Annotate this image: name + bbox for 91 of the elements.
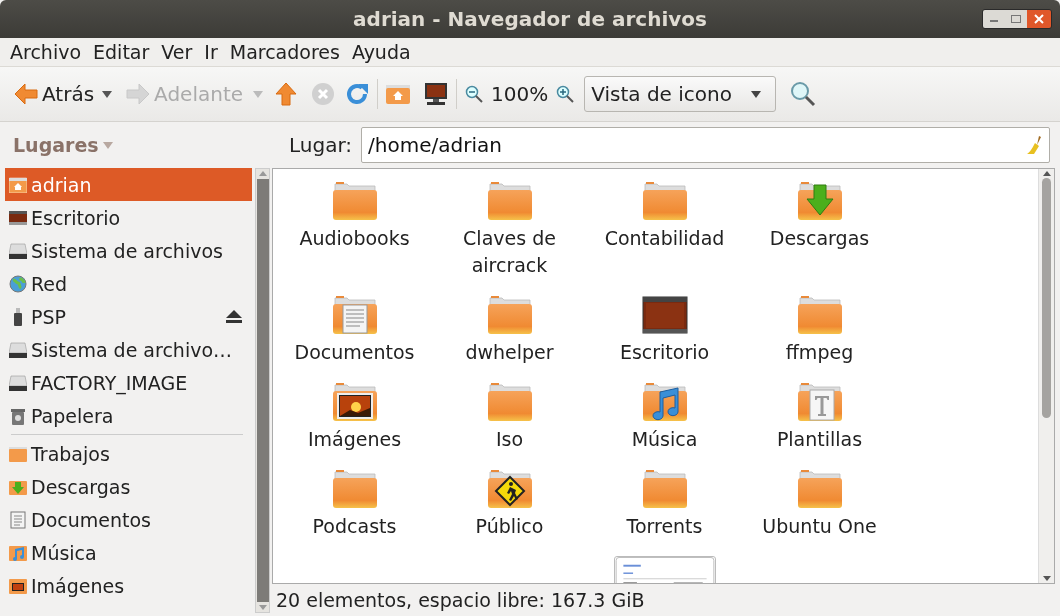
back-arrow-icon — [14, 83, 38, 105]
folder-icon — [641, 181, 688, 221]
trash-icon — [10, 406, 26, 425]
file-name[interactable]: dwhelper — [434, 339, 585, 366]
folder-icon — [9, 445, 27, 462]
file-name[interactable]: Público — [434, 513, 585, 540]
home-folder-icon[interactable] — [386, 84, 411, 104]
sidebar-item[interactable]: Escritorio — [5, 201, 252, 234]
music-folder-icon — [641, 382, 688, 422]
places-header[interactable]: Lugares — [13, 134, 99, 156]
sidebar-item[interactable]: Sistema de archivos — [5, 234, 252, 267]
zoom-out-icon[interactable] — [465, 85, 484, 103]
file-name[interactable]: Plantillas — [744, 426, 895, 453]
file-name[interactable]: Audiobooks — [279, 225, 430, 252]
desktop-icon — [9, 210, 27, 225]
usb-drive-icon — [13, 307, 23, 326]
file-name[interactable]: Iso — [434, 426, 585, 453]
folder-icon — [486, 382, 533, 422]
menu-item[interactable]: Ir — [198, 41, 224, 63]
back-button[interactable]: Atrás — [10, 76, 99, 112]
scroll-up-icon[interactable] — [1042, 171, 1051, 176]
pictures-folder-icon — [9, 577, 27, 594]
sidebar-item[interactable]: Descargas — [5, 470, 252, 503]
file-name[interactable]: ffmpeg — [744, 339, 895, 366]
sidebar-item[interactable]: FACTORY_IMAGE — [5, 366, 252, 399]
menu-item[interactable]: Archivo — [4, 41, 88, 63]
folder-icon — [486, 181, 533, 221]
caret-icon — [751, 90, 762, 98]
file-name[interactable]: Claves de aircrack — [434, 225, 585, 279]
window-title: adrian - Navegador de archivos — [353, 7, 707, 31]
file-name[interactable]: Escritorio — [589, 339, 740, 366]
search-icon[interactable] — [790, 81, 817, 107]
menu-item[interactable]: Ver — [155, 41, 199, 63]
music-folder-icon — [9, 544, 27, 561]
minimize-button[interactable] — [983, 10, 1005, 28]
documents-folder-icon — [331, 295, 378, 335]
download-folder-icon — [9, 478, 27, 495]
computer-icon[interactable] — [424, 82, 449, 106]
sidebar-item[interactable]: PSP — [5, 300, 252, 333]
file-name[interactable]: Imágenes — [279, 426, 430, 453]
status-text: 20 elementos, espacio libre: 167.3 GiB — [276, 589, 645, 611]
caret-icon[interactable] — [102, 90, 113, 98]
folder-icon — [796, 469, 843, 509]
file-name[interactable]: Podcasts — [279, 513, 430, 540]
folder-icon — [331, 469, 378, 509]
drive-icon — [9, 242, 27, 259]
broom-icon[interactable] — [1027, 136, 1043, 154]
scrollbar[interactable] — [1038, 169, 1054, 583]
menu-item[interactable]: Editar — [87, 41, 156, 63]
file-name[interactable]: Documentos — [279, 339, 430, 366]
folder-icon — [486, 295, 533, 335]
view-dropdown[interactable]: Vista de icono — [584, 76, 777, 112]
menu-item[interactable]: Marcadores — [223, 41, 346, 63]
desktop-icon — [641, 295, 688, 335]
download-folder-icon — [796, 181, 843, 221]
scroll-down-icon[interactable] — [1042, 576, 1051, 581]
sidebar-item[interactable]: Sistema de archivo… — [5, 333, 252, 366]
sidebar-item[interactable]: Trabajos — [5, 437, 252, 470]
file-name[interactable]: Música — [589, 426, 740, 453]
eject-icon[interactable] — [226, 310, 242, 323]
reload-icon[interactable] — [345, 82, 370, 106]
drive-icon — [9, 374, 27, 391]
zoom-level: 100% — [490, 82, 550, 106]
sidebar-item[interactable]: Música — [5, 536, 252, 569]
file-name[interactable]: Ubuntu One — [744, 513, 895, 540]
home-folder-icon — [9, 176, 27, 193]
close-button[interactable] — [1027, 10, 1051, 28]
drive-icon — [9, 341, 27, 358]
file-name[interactable]: Descargas — [744, 225, 895, 252]
folder-icon — [796, 295, 843, 335]
maximize-button[interactable] — [1005, 10, 1027, 28]
globe-icon — [9, 274, 27, 293]
sidebar-item[interactable]: Red — [5, 267, 252, 300]
menu-item[interactable]: Ayuda — [345, 41, 417, 63]
forward-arrow-icon — [126, 83, 151, 105]
up-arrow-icon[interactable] — [275, 82, 298, 106]
sidebar-item[interactable]: Imágenes — [5, 569, 252, 602]
pictures-folder-icon — [331, 382, 378, 422]
folder-icon — [331, 181, 378, 221]
documents-icon — [10, 510, 26, 529]
sidebar-item[interactable]: adrian — [5, 168, 252, 201]
zoom-in-icon[interactable] — [556, 85, 575, 103]
file-name[interactable]: Torrents — [589, 513, 740, 540]
sidebar-item[interactable]: Papelera — [5, 399, 252, 432]
location-label: Lugar: — [289, 133, 353, 157]
location-field[interactable]: /home/adrian — [361, 127, 1050, 163]
file-name[interactable]: Contabilidad — [589, 225, 740, 252]
templates-folder-icon — [796, 382, 843, 422]
sidebar-item[interactable]: Documentos — [5, 503, 252, 536]
folder-icon — [641, 469, 688, 509]
public-folder-icon — [486, 469, 533, 509]
